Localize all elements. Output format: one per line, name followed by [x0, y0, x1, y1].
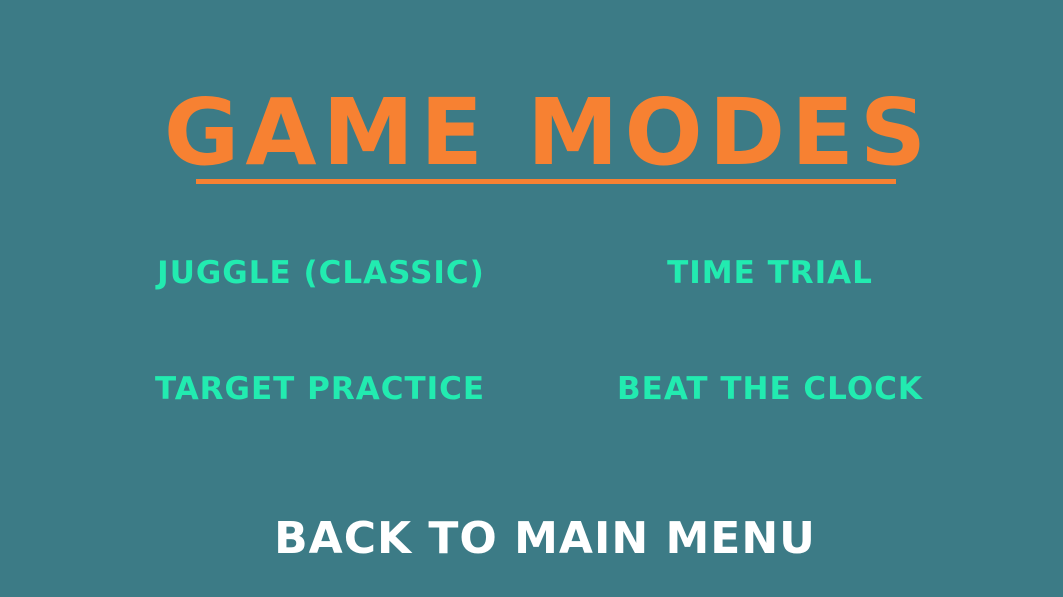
- target-practice-button[interactable]: TARGET PRACTICE: [155, 366, 484, 412]
- juggle-classic-button[interactable]: JUGGLE (CLASSIC): [157, 250, 484, 296]
- beat-the-clock-button[interactable]: BEAT THE CLOCK: [617, 366, 922, 412]
- page-title: GAME MODES: [163, 79, 933, 186]
- game-modes-screen: GAME MODES JUGGLE (CLASSIC) TIME TRIAL T…: [0, 0, 1063, 597]
- back-to-main-menu-button[interactable]: BACK TO MAIN MENU: [274, 510, 815, 566]
- title-underline: [196, 179, 896, 184]
- time-trial-button[interactable]: TIME TRIAL: [667, 250, 872, 296]
